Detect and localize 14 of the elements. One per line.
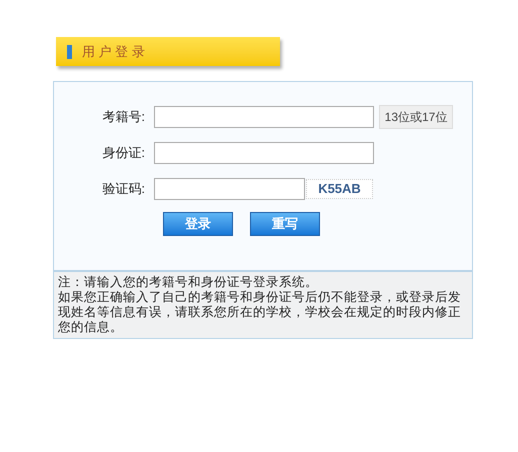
field-label: 身份证: (101, 144, 146, 162)
bar-icon (67, 44, 72, 58)
form-button[interactable]: 重写 (250, 212, 320, 236)
field-label: 验证码: (101, 180, 146, 198)
notice-text: 如果您正确输入了自己的考籍号和身份证号后仍不能登录，或登录后发现姓名等信息有误，请联系您所在的学校，学校会在规定的时段内修正您的信息。 (58, 290, 462, 335)
field-label: 考籍号: (101, 108, 146, 126)
panel-title: 用 户 登 录 (82, 42, 145, 61)
form-button[interactable]: 登录 (163, 212, 233, 236)
hint-label: 13位或17位 (379, 105, 453, 129)
input-field[interactable] (154, 106, 374, 128)
captcha-code: K55AB (306, 179, 373, 199)
notice-text: 注：请输入您的考籍号和身份证号登录系统。 (58, 275, 319, 290)
input-field[interactable] (154, 142, 374, 164)
input-field[interactable] (154, 178, 305, 200)
